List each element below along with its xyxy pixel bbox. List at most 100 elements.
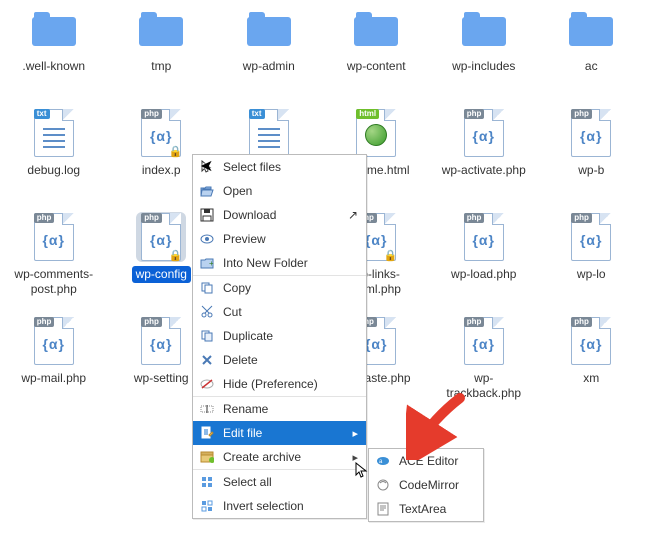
ace-icon: a [375, 453, 391, 469]
folder-icon [136, 4, 186, 54]
duplicate-icon [199, 328, 215, 344]
menu-label: Cut [223, 305, 358, 319]
file-item[interactable]: php{α} wp-load.php [430, 212, 538, 308]
file-icon: html [351, 108, 401, 158]
file-item[interactable]: php{α} xm [538, 316, 645, 412]
file-label: wp-content [343, 58, 410, 75]
scissors-icon [199, 304, 215, 320]
file-icon: php{α} [566, 108, 616, 158]
file-label: index.p [138, 162, 185, 179]
file-icon: php{α} [29, 212, 79, 262]
file-icon: txt [244, 108, 294, 158]
chevron-right-icon: ▸ [352, 427, 358, 440]
file-item[interactable]: wp-content [323, 4, 431, 100]
codemirror-icon [375, 477, 391, 493]
file-label: tmp [147, 58, 175, 75]
menu-label: Delete [223, 353, 358, 367]
chevron-right-icon: ▸ [352, 451, 358, 464]
file-label: wp-includes [448, 58, 519, 75]
file-label: wp-admin [239, 58, 299, 75]
edit-file-icon [199, 425, 215, 441]
menu-label: Download [223, 208, 340, 222]
submenu-ace-editor[interactable]: a ACE Editor [369, 449, 483, 473]
menu-invert-selection[interactable]: Invert selection [193, 494, 366, 518]
archive-icon [199, 449, 215, 465]
menu-label: Preview [223, 232, 358, 246]
menu-label: Create archive [223, 450, 344, 464]
file-item[interactable]: php{α} wp-comments-post.php [0, 212, 108, 308]
folder-icon [351, 4, 401, 54]
folder-plus-icon: + [199, 255, 215, 271]
file-label: debug.log [23, 162, 84, 179]
menu-label: Copy [223, 281, 358, 295]
file-item[interactable]: tmp [108, 4, 216, 100]
file-item[interactable]: wp-admin [215, 4, 323, 100]
context-menu: Select files Open Download ↗ Preview + I… [192, 154, 367, 519]
menu-duplicate[interactable]: Duplicate [193, 324, 366, 348]
file-icon: php{α} [29, 316, 79, 366]
grid-icon [199, 474, 215, 490]
eye-icon [199, 231, 215, 247]
folder-open-icon [199, 183, 215, 199]
file-label: ac [581, 58, 602, 75]
submenu-codemirror[interactable]: CodeMirror [369, 473, 483, 497]
file-item[interactable]: ac [538, 4, 645, 100]
menu-label: Select all [223, 475, 358, 489]
folder-icon [566, 4, 616, 54]
menu-label: Duplicate [223, 329, 358, 343]
menu-create-archive[interactable]: Create archive ▸ [193, 445, 366, 469]
folder-icon [29, 4, 79, 54]
menu-hide-pref[interactable]: Hide (Preference) [193, 372, 366, 396]
grid-invert-icon [199, 498, 215, 514]
menu-label: Edit file [223, 426, 344, 440]
menu-into-new-folder[interactable]: + Into New Folder [193, 251, 366, 275]
cursor-icon [199, 159, 215, 175]
copy-icon [199, 280, 215, 296]
file-label: xm [579, 370, 603, 387]
file-label: wp-mail.php [17, 370, 90, 387]
svg-text:+: + [209, 259, 214, 268]
submenu-label: CodeMirror [399, 478, 475, 492]
file-icon: php{α} [459, 316, 509, 366]
file-item[interactable]: php{α} wp-mail.php [0, 316, 108, 412]
file-item[interactable]: .well-known [0, 4, 108, 100]
file-icon: php{α} [566, 212, 616, 262]
menu-select-all[interactable]: Select all [193, 470, 366, 494]
file-label: wp-setting [130, 370, 193, 387]
file-icon: php{α}🔒 [136, 108, 186, 158]
file-item[interactable]: php{α}wp-lo [538, 212, 645, 308]
menu-open[interactable]: Open [193, 179, 366, 203]
menu-select-files[interactable]: Select files [193, 155, 366, 179]
menu-label: Invert selection [223, 499, 358, 513]
menu-cut[interactable]: Cut [193, 300, 366, 324]
file-item[interactable]: php{α} wp-trackback.php [430, 316, 538, 412]
menu-download[interactable]: Download ↗ [193, 203, 366, 227]
file-icon: php{α} [136, 316, 186, 366]
file-item[interactable]: wp-includes [430, 4, 538, 100]
menu-edit-file[interactable]: Edit file ▸ [193, 421, 366, 445]
x-icon [199, 352, 215, 368]
menu-label: Select files [223, 160, 358, 174]
file-label: wp-b [574, 162, 608, 179]
file-icon: php{α} [566, 316, 616, 366]
textarea-icon [375, 501, 391, 517]
menu-preview[interactable]: Preview [193, 227, 366, 251]
file-item[interactable]: php{α} wp-b [538, 108, 645, 204]
rename-icon [199, 401, 215, 417]
folder-icon [459, 4, 509, 54]
eye-off-icon [199, 376, 215, 392]
menu-rename[interactable]: Rename [193, 397, 366, 421]
menu-copy[interactable]: Copy [193, 276, 366, 300]
file-label: wp-trackback.php [434, 370, 534, 402]
file-icon: php{α} [459, 212, 509, 262]
menu-label: Rename [223, 402, 358, 416]
menu-label: Into New Folder [223, 256, 358, 270]
submenu-textarea[interactable]: TextArea [369, 497, 483, 521]
file-label: wp-load.php [447, 266, 520, 283]
file-label: wp-comments-post.php [4, 266, 104, 298]
file-label: wp-config [132, 266, 191, 283]
edit-file-submenu: a ACE Editor CodeMirror TextArea [368, 448, 484, 522]
file-item[interactable]: txtdebug.log [0, 108, 108, 204]
menu-delete[interactable]: Delete [193, 348, 366, 372]
file-item[interactable]: php{α}wp-activate.php [430, 108, 538, 204]
